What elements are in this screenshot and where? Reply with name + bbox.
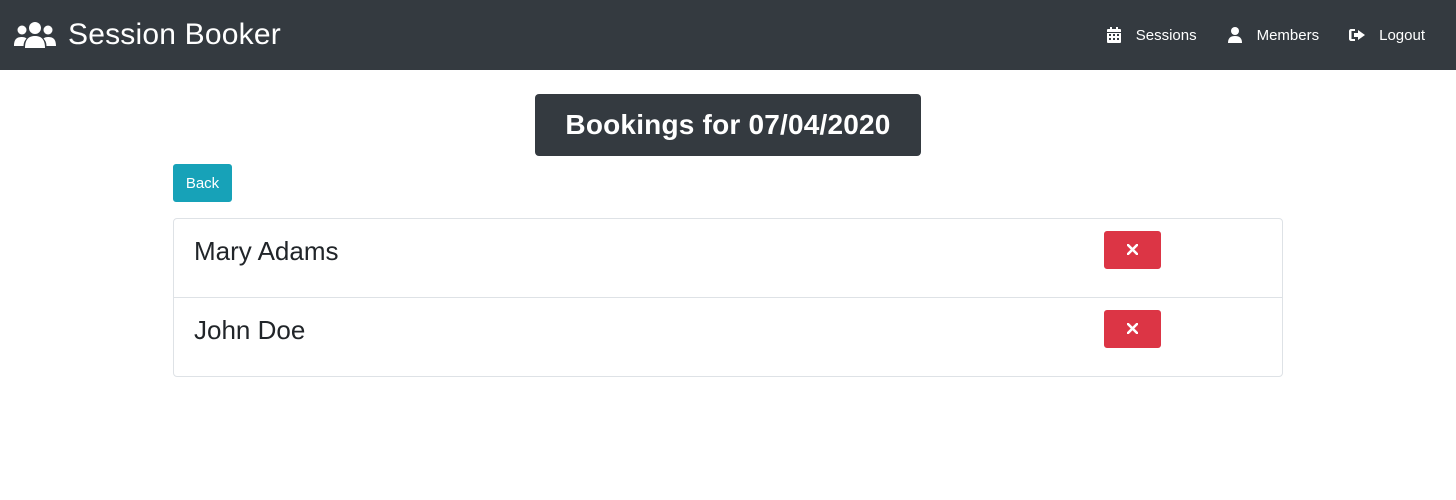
list-item: Mary Adams (174, 219, 1282, 298)
bookings-list: Mary Adams John Doe (173, 218, 1283, 377)
member-name: John Doe (194, 315, 306, 345)
user-icon (1227, 27, 1243, 43)
calendar-icon (1106, 27, 1122, 43)
nav-link-logout[interactable]: Logout (1334, 0, 1440, 70)
list-item: John Doe (174, 298, 1282, 376)
times-icon (1126, 243, 1139, 258)
page-title: Bookings for 07/04/2020 (535, 94, 921, 156)
brand-link[interactable]: Session Booker (14, 18, 281, 52)
nav-link-members[interactable]: Members (1212, 0, 1335, 70)
nav-link-label: Logout (1379, 26, 1425, 44)
remove-booking-button[interactable] (1104, 231, 1161, 269)
users-icon (14, 18, 56, 52)
nav-links: Sessions Members Logout (1091, 0, 1440, 70)
times-icon (1126, 322, 1139, 337)
nav-link-label: Members (1256, 26, 1320, 44)
nav-link-label: Sessions (1135, 26, 1197, 44)
nav-link-sessions[interactable]: Sessions (1091, 0, 1212, 70)
brand-title: Session Booker (68, 18, 281, 51)
top-navbar: Session Booker Sessions Members Logout (0, 0, 1456, 70)
member-name: Mary Adams (194, 236, 339, 266)
back-button[interactable]: Back (173, 164, 232, 202)
remove-booking-button[interactable] (1104, 310, 1161, 348)
sign-out-icon (1349, 27, 1366, 43)
